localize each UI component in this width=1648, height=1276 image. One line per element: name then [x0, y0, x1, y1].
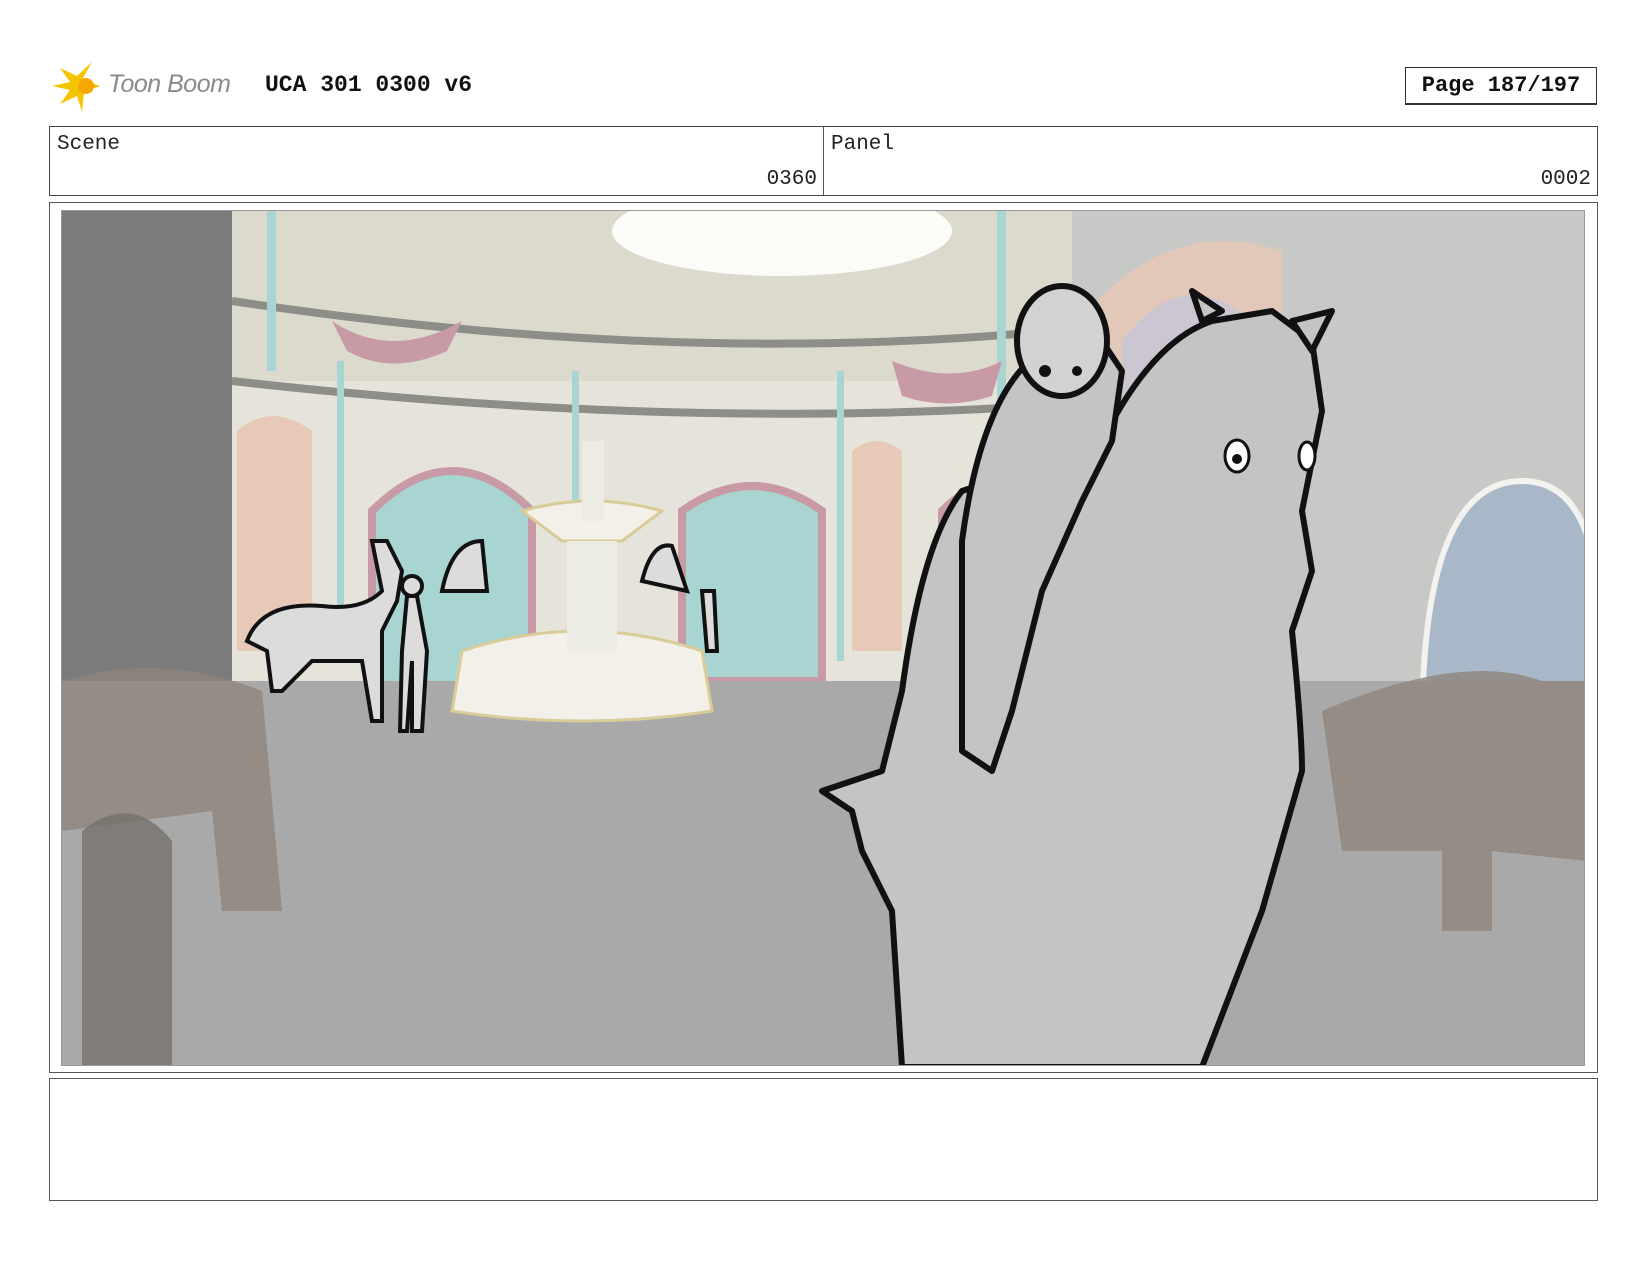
scene-illustration — [62, 211, 1584, 1065]
project-title: UCA 301 0300 v6 — [265, 72, 473, 98]
logo-star-icon — [52, 62, 100, 112]
panel-value: 0002 — [1540, 168, 1591, 191]
scene-cell: Scene 0360 — [50, 127, 823, 195]
scene-panel-info: Scene 0360 Panel 0002 — [49, 126, 1598, 196]
scene-value: 0360 — [766, 168, 817, 191]
scene-label: Scene — [57, 133, 121, 156]
logo-text: Toon Boom — [108, 70, 231, 98]
panel-notes-box — [49, 1078, 1598, 1201]
panel-label: Panel — [831, 133, 895, 156]
storyboard-image — [61, 210, 1585, 1066]
toon-boom-logo: Toon Boom — [52, 60, 252, 112]
page-number: Page 187/197 — [1405, 67, 1597, 105]
panel-cell: Panel 0002 — [823, 127, 1597, 195]
